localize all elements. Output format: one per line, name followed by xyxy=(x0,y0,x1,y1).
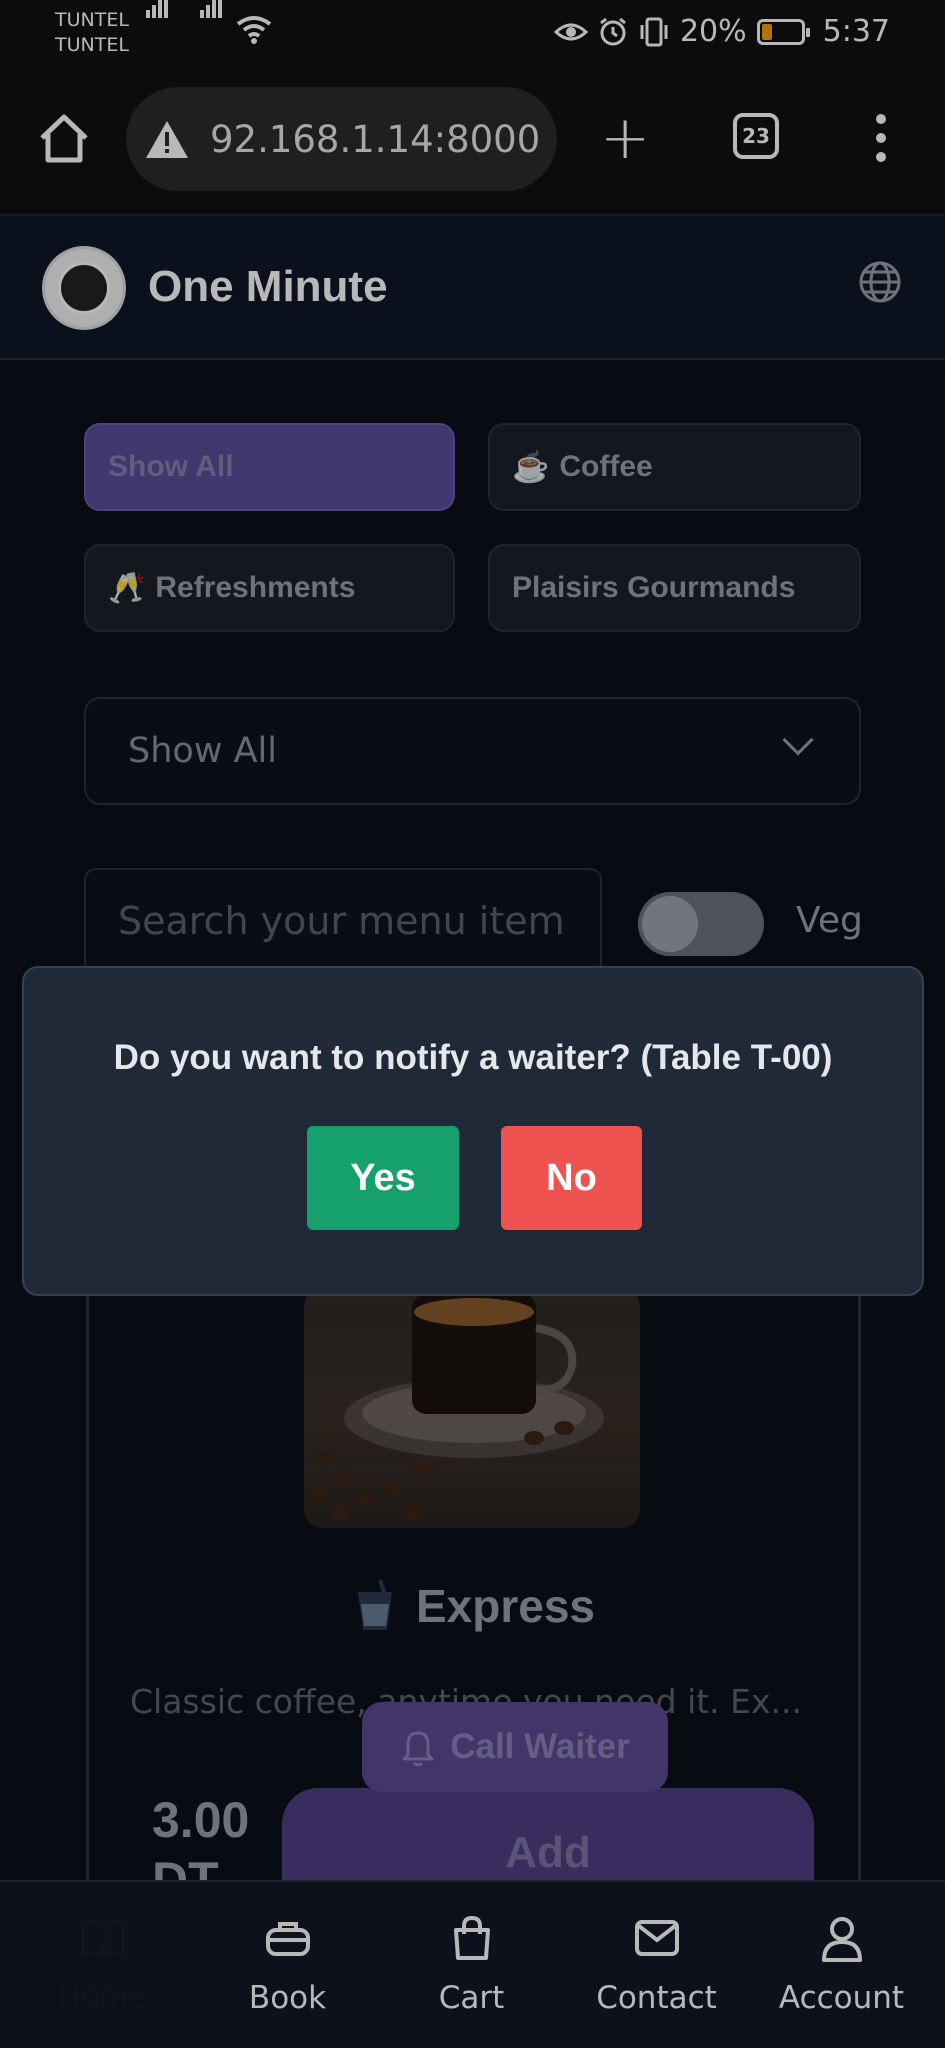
nav-label: Contact xyxy=(596,1980,717,2016)
tab-switcher-button[interactable]: 23 xyxy=(733,113,779,159)
status-bar: TUNTEL TUNTEL 20% 5:37 xyxy=(0,0,945,70)
book-open-icon xyxy=(80,1920,125,1958)
call-waiter-label: Call Waiter xyxy=(450,1727,630,1766)
nav-contact[interactable]: Contact xyxy=(562,1882,751,2048)
nav-account[interactable]: Account xyxy=(747,1882,936,2048)
screen: TUNTEL TUNTEL 20% 5:37 92.168.1.14:8000 … xyxy=(0,0,945,2048)
category-chip-show-all[interactable]: Show All xyxy=(84,423,455,511)
select-value: Show All xyxy=(128,731,277,771)
product-name: Express xyxy=(416,1580,596,1632)
chevron-down-icon xyxy=(782,724,814,756)
shopping-bag-icon xyxy=(453,1915,490,1960)
product-image xyxy=(304,1288,640,1528)
user-icon xyxy=(821,1917,862,1962)
bottom-nav: Home Book Cart Contact Account xyxy=(0,1880,945,2048)
nav-cart[interactable]: Cart xyxy=(377,1882,566,2048)
eye-icon xyxy=(553,23,588,40)
chip-label: Coffee xyxy=(559,450,653,483)
mail-icon xyxy=(634,1920,679,1956)
battery-percent: 20% xyxy=(679,14,747,49)
yes-button[interactable]: Yes xyxy=(307,1126,459,1230)
espresso-cup-image xyxy=(310,1294,604,1520)
chip-label: Refreshments xyxy=(155,571,356,604)
search-input[interactable]: Search your menu item xyxy=(84,868,602,974)
warning-icon[interactable] xyxy=(144,118,190,160)
product-name-row: Express xyxy=(352,1578,595,1634)
nav-label: Account xyxy=(778,1980,905,2016)
brand-logo[interactable] xyxy=(42,246,126,330)
no-button[interactable]: No xyxy=(501,1126,642,1230)
category-chip-refreshments[interactable]: 🥂 Refreshments xyxy=(84,544,455,632)
alarm-icon xyxy=(600,17,626,45)
address-bar[interactable]: 92.168.1.14:8000 xyxy=(126,87,557,191)
battery-icon xyxy=(756,18,810,45)
chip-label: Plaisirs Gourmands xyxy=(512,571,796,604)
chip-label: Show All xyxy=(108,450,234,483)
search-placeholder: Search your menu item xyxy=(118,899,565,943)
vibrate-icon xyxy=(640,17,668,46)
wifi-icon xyxy=(236,16,272,44)
carrier-2: TUNTEL xyxy=(55,34,129,56)
veg-toggle[interactable] xyxy=(638,892,764,956)
nav-label: Cart xyxy=(438,1980,505,2016)
category-chip-coffee[interactable]: ☕ Coffee xyxy=(488,423,861,511)
globe-icon[interactable] xyxy=(858,260,902,304)
champagne-icon: 🥂 xyxy=(108,571,146,605)
nav-label: Book xyxy=(248,1980,327,2016)
veg-label: Veg xyxy=(796,900,863,941)
home-icon[interactable] xyxy=(36,110,92,166)
call-waiter-button[interactable]: Call Waiter xyxy=(362,1702,668,1792)
filter-select[interactable]: Show All xyxy=(84,697,861,805)
url-text[interactable]: 92.168.1.14:8000 xyxy=(210,118,540,161)
carrier-1: TUNTEL xyxy=(55,9,129,31)
nav-book[interactable]: Book xyxy=(193,1882,382,2048)
briefcase-icon xyxy=(265,1922,310,1956)
coffee-icon: ☕ xyxy=(512,450,550,484)
browser-toolbar: 92.168.1.14:8000 + 23 xyxy=(0,70,945,214)
price-value: 3.00 xyxy=(152,1792,250,1848)
carrier-labels: TUNTEL TUNTEL xyxy=(55,8,129,58)
bell-icon xyxy=(402,1731,434,1767)
notify-waiter-dialog: Do you want to notify a waiter? (Table T… xyxy=(22,966,924,1296)
clock: 5:37 xyxy=(822,14,890,49)
dialog-message: Do you want to notify a waiter? (Table T… xyxy=(113,1038,833,1077)
nav-label: Home xyxy=(56,1980,149,2016)
category-chip-plaisirs-gourmands[interactable]: Plaisirs Gourmands xyxy=(488,544,861,632)
iced-drink-icon xyxy=(358,1579,392,1630)
more-menu-icon[interactable] xyxy=(876,114,886,162)
toggle-knob xyxy=(642,896,698,952)
app-header: One Minute xyxy=(0,214,945,360)
nav-home[interactable]: Home xyxy=(8,1882,197,2048)
status-right: 20% 5:37 xyxy=(553,14,890,49)
brand-title: One Minute xyxy=(148,262,388,311)
new-tab-icon[interactable]: + xyxy=(600,108,650,168)
